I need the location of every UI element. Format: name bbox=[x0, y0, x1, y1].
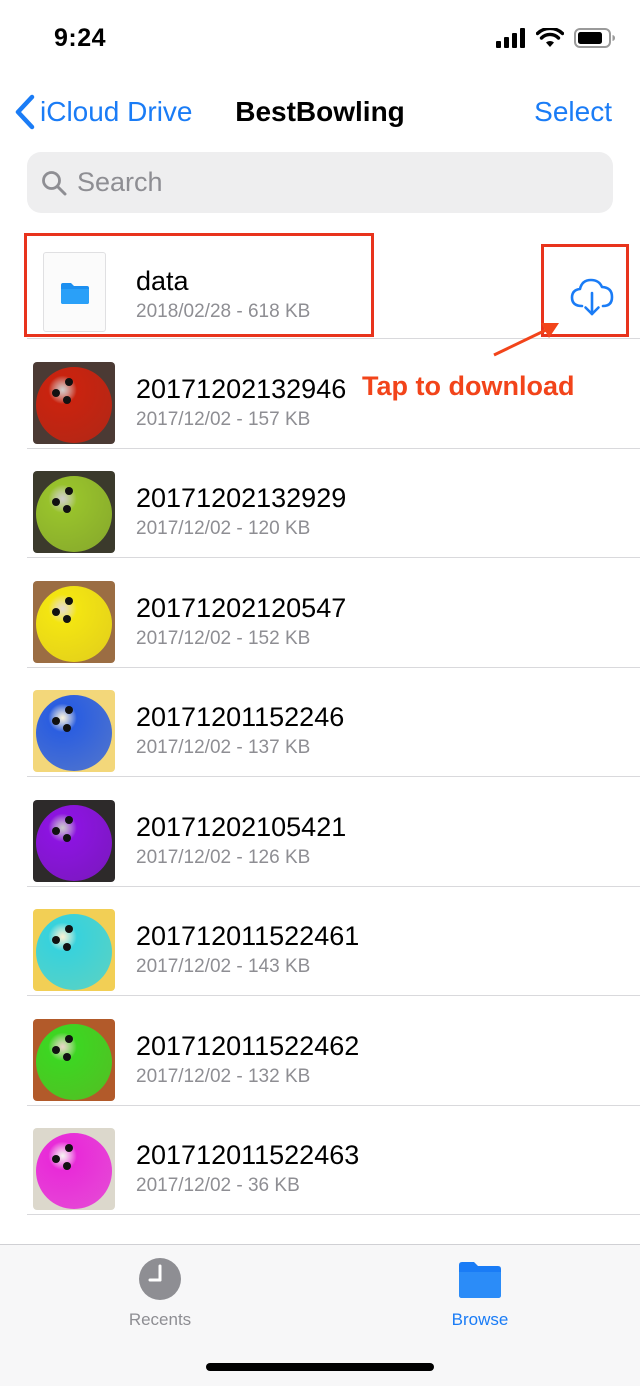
file-row[interactable]: 201712011522463 2017/12/02 - 36 KB bbox=[0, 1106, 640, 1215]
file-thumbnail bbox=[33, 471, 115, 553]
file-meta: 2017/12/02 - 143 KB bbox=[136, 956, 311, 977]
file-name: 20171201152246 bbox=[136, 702, 345, 732]
file-row[interactable]: 20171202105421 2017/12/02 - 126 KB bbox=[0, 778, 640, 887]
file-thumbnail bbox=[33, 690, 115, 772]
file-meta: 2017/12/02 - 126 KB bbox=[136, 847, 311, 868]
file-row[interactable]: 20171202132929 2017/12/02 - 120 KB bbox=[0, 449, 640, 558]
file-name: 201712011522463 bbox=[136, 1140, 360, 1170]
bowling-ball-icon bbox=[33, 800, 115, 882]
bowling-ball-icon bbox=[33, 1019, 115, 1101]
row-divider bbox=[27, 776, 640, 777]
file-thumbnail bbox=[33, 909, 115, 991]
file-thumbnail bbox=[33, 1019, 115, 1101]
row-divider bbox=[27, 995, 640, 996]
folder-icon bbox=[459, 1262, 501, 1298]
tab-browse-label: Browse bbox=[451, 1310, 509, 1329]
bowling-ball-icon bbox=[33, 690, 115, 772]
tab-recents[interactable]: Recents bbox=[80, 1257, 240, 1330]
bowling-ball-icon bbox=[33, 471, 115, 553]
row-divider bbox=[27, 557, 640, 558]
bowling-ball-icon bbox=[33, 909, 115, 991]
file-meta: 2017/12/02 - 120 KB bbox=[136, 518, 311, 539]
bowling-ball-icon bbox=[33, 581, 115, 663]
file-meta: 2017/12/02 - 132 KB bbox=[136, 1066, 311, 1087]
file-meta: 2017/12/02 - 152 KB bbox=[136, 628, 311, 649]
tab-recents-label: Recents bbox=[128, 1310, 192, 1329]
file-meta: 2017/12/02 - 137 KB bbox=[136, 737, 311, 758]
file-row[interactable]: 20171202120547 2017/12/02 - 152 KB bbox=[0, 559, 640, 668]
home-indicator bbox=[206, 1363, 434, 1371]
file-name: 20171202132929 bbox=[136, 483, 347, 513]
file-name: 20171202120547 bbox=[136, 593, 347, 623]
file-row[interactable]: 20171201152246 2017/12/02 - 137 KB bbox=[0, 668, 640, 777]
file-row[interactable]: 201712011522461 2017/12/02 - 143 KB bbox=[0, 887, 640, 996]
clock-icon bbox=[139, 1258, 181, 1300]
file-thumbnail bbox=[33, 581, 115, 663]
tap-to-download-annotation: Tap to download bbox=[362, 371, 575, 401]
file-thumbnail bbox=[33, 800, 115, 882]
file-name: 20171202105421 bbox=[136, 812, 347, 842]
annotation-arrow-icon bbox=[493, 323, 559, 357]
file-name: 201712011522461 bbox=[136, 921, 360, 951]
row-divider bbox=[27, 1214, 640, 1215]
file-row[interactable]: 201712011522462 2017/12/02 - 132 KB bbox=[0, 997, 640, 1106]
file-meta: 2017/12/02 - 36 KB bbox=[136, 1175, 300, 1196]
tab-browse[interactable]: Browse bbox=[400, 1257, 560, 1330]
file-thumbnail bbox=[33, 1128, 115, 1210]
file-name: 201712011522462 bbox=[136, 1031, 360, 1061]
bowling-ball-icon bbox=[33, 1128, 115, 1210]
